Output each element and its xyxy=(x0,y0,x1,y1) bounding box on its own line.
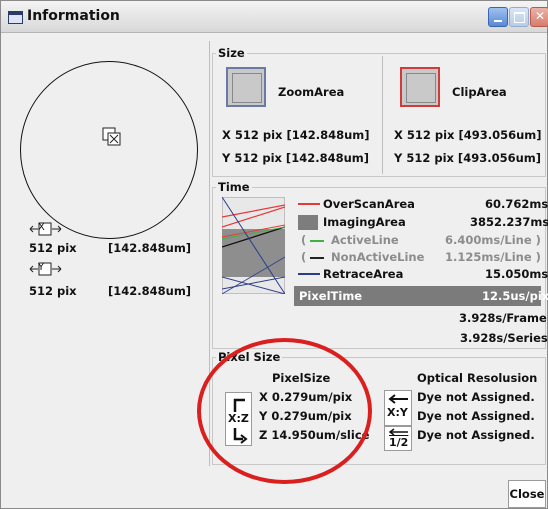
left-y-size: 512 pix xyxy=(29,284,77,298)
xy-button-label: X:Y xyxy=(387,406,408,419)
optical-row-z: Dye not Assigned. xyxy=(417,428,535,442)
clip-area-label: ClipArea xyxy=(452,85,507,99)
x-axis-glyph: X xyxy=(38,222,45,233)
overscan-label: OverScanArea xyxy=(323,197,415,211)
zoom-area-y: Y 512 pix [142.848um] xyxy=(222,151,369,165)
time-diagram xyxy=(222,197,285,294)
imaging-value: 3852.237ms xyxy=(470,215,548,229)
half-button-label: 1/2 xyxy=(389,436,409,449)
pixel-size-x: X 0.279um/pix xyxy=(259,390,353,404)
xy-toggle-button[interactable]: X:Y xyxy=(384,390,412,426)
pixel-time-value: 12.5us/pix xyxy=(482,289,548,303)
retrace-value: 15.050ms xyxy=(485,267,548,281)
half-toggle-button[interactable]: 1/2 xyxy=(384,426,412,451)
pixel-size-legend: Pixel Size xyxy=(216,350,283,364)
close-button[interactable]: Close xyxy=(508,480,546,508)
pixel-size-y: Y 0.279um/pix xyxy=(259,409,352,423)
pixel-size-heading: PixelSize xyxy=(272,371,331,385)
imaging-swatch xyxy=(298,215,318,230)
left-arrow-icon xyxy=(388,394,408,404)
minimize-button[interactable] xyxy=(488,7,508,27)
nonactiveline-legend-line xyxy=(310,257,324,259)
window-icon xyxy=(8,11,23,24)
activeline-legend-line xyxy=(310,240,324,242)
retrace-label: RetraceArea xyxy=(323,267,404,281)
nonactiveline-value: 1.125ms/Line ) xyxy=(445,250,541,264)
time-legend: Time xyxy=(216,180,252,194)
clip-area-swatch xyxy=(400,67,440,107)
information-window: Information X 512 pix [142.848um] Y 512 … xyxy=(0,0,548,509)
clip-area-y: Y 512 pix [493.056um] xyxy=(394,151,541,165)
y-axis-arrow-icon xyxy=(29,262,62,276)
maximize-button[interactable] xyxy=(509,7,529,27)
retrace-legend-line xyxy=(298,273,320,275)
size-legend: Size xyxy=(216,46,247,60)
x-axis-arrow-icon xyxy=(29,222,62,236)
window-title: Information xyxy=(27,8,120,24)
activeline-value: 6.400ms/Line ) xyxy=(445,233,541,247)
pixel-time-label: PixelTime xyxy=(299,289,363,303)
left-y-um: [142.848um] xyxy=(108,284,192,298)
imaging-label: ImagingArea xyxy=(323,215,406,229)
activeline-label: ActiveLine xyxy=(331,233,399,247)
nonactiveline-label: NonActiveLine xyxy=(331,250,425,264)
y-axis-glyph: Y xyxy=(38,262,45,273)
frame-time: 3.928s/Frame xyxy=(459,311,547,325)
left-x-um: [142.848um] xyxy=(108,241,192,255)
nonactiveline-prefix: ( xyxy=(301,250,307,264)
clip-area-x: X 512 pix [493.056um] xyxy=(394,128,542,142)
left-x-size: 512 pix xyxy=(29,241,77,255)
zoom-area-icon xyxy=(102,127,121,146)
xz-toggle-button[interactable]: X:Z xyxy=(225,392,252,446)
optical-row-y: Dye not Assigned. xyxy=(417,409,535,423)
left-arrow-small-icon xyxy=(388,428,408,436)
zoom-area-label: ZoomArea xyxy=(278,85,345,99)
optical-resolution-heading: Optical Resolusion xyxy=(417,371,538,385)
size-divider xyxy=(382,56,383,174)
zoom-area-swatch xyxy=(226,67,266,107)
overscan-legend-line xyxy=(298,203,320,205)
vertical-divider xyxy=(209,41,210,466)
pixel-size-z: Z 14.950um/slice xyxy=(259,428,370,442)
zoom-area-x: X 512 pix [142.848um] xyxy=(222,128,370,142)
scan-area-circle xyxy=(20,61,198,239)
optical-row-x: Dye not Assigned. xyxy=(417,390,535,404)
activeline-prefix: ( xyxy=(301,233,307,247)
pixel-time-bar: PixelTime 12.5us/pix xyxy=(294,286,548,306)
close-window-button[interactable] xyxy=(530,7,548,27)
overscan-value: 60.762ms xyxy=(485,197,548,211)
title-bar[interactable]: Information xyxy=(1,1,548,33)
xz-button-label: X:Z xyxy=(228,412,249,425)
series-time: 3.928s/Series xyxy=(460,331,548,345)
